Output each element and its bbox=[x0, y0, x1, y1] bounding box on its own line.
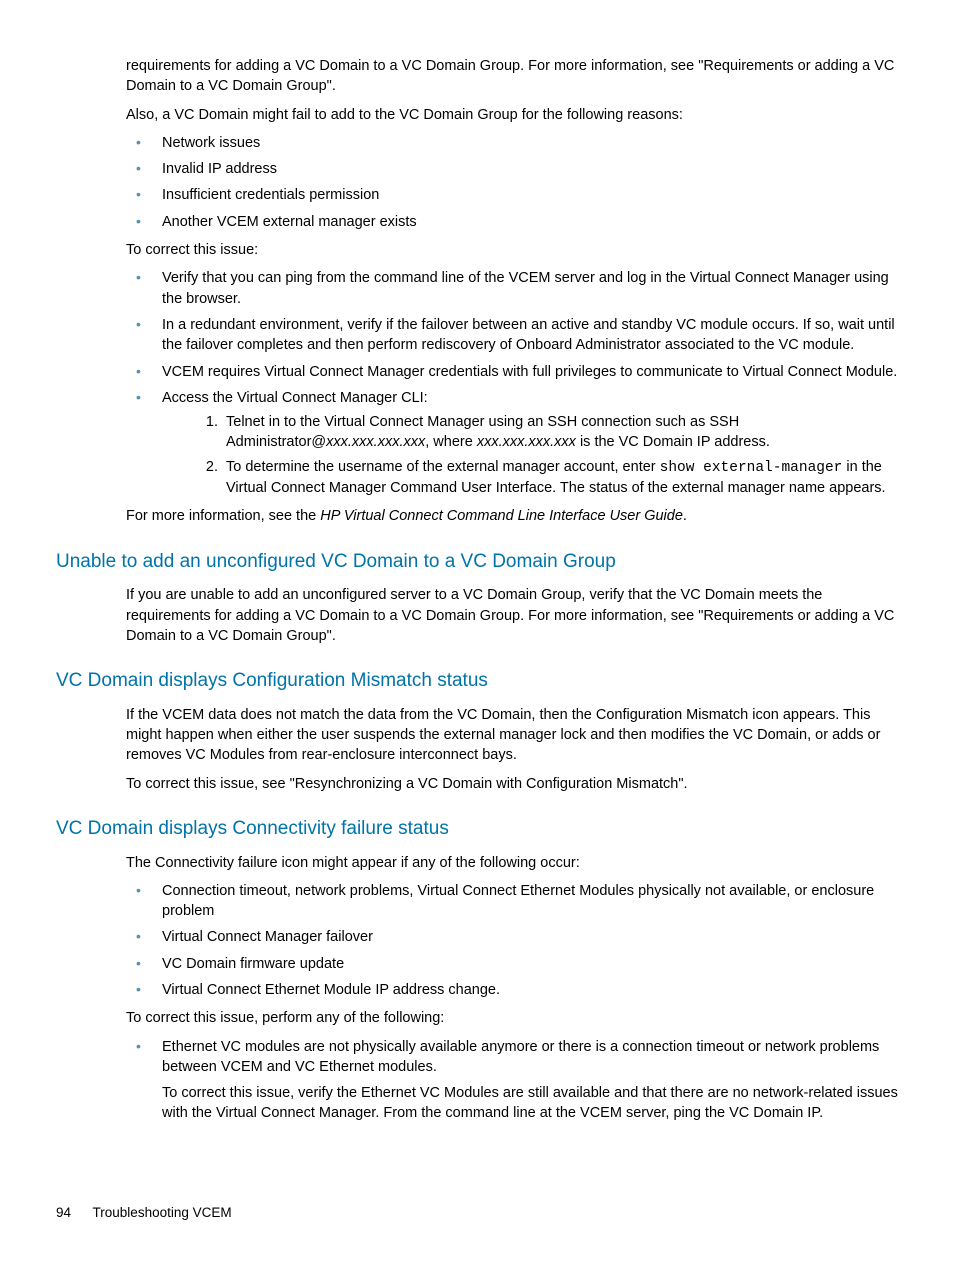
list-item: Verify that you can ping from the comman… bbox=[126, 268, 898, 309]
section-body: If the VCEM data does not match the data… bbox=[126, 705, 898, 766]
list-item-lead: Access the Virtual Connect Manager CLI: bbox=[162, 390, 428, 406]
ordered-list-item: Telnet in to the Virtual Connect Manager… bbox=[222, 412, 898, 453]
section-body: If you are unable to add an unconfigured… bbox=[126, 585, 898, 646]
list-item: Network issues bbox=[126, 133, 898, 153]
page-footer: 94 Troubleshooting VCEM bbox=[56, 1204, 898, 1223]
list-item: Access the Virtual Connect Manager CLI: … bbox=[126, 388, 898, 498]
list-item: Insufficient credentials permission bbox=[126, 185, 898, 205]
text-run: . bbox=[683, 508, 687, 524]
italic-text: xxx.xxx.xxx.xxx bbox=[326, 434, 425, 450]
text-run: To determine the username of the externa… bbox=[226, 459, 660, 475]
text-run: is the VC Domain IP address. bbox=[576, 434, 770, 450]
section-heading-unconfigured: Unable to add an unconfigured VC Domain … bbox=[56, 549, 898, 576]
list-item: Ethernet VC modules are not physically a… bbox=[126, 1037, 898, 1124]
intro-paragraph-1: requirements for adding a VC Domain to a… bbox=[126, 56, 898, 97]
section-body: To correct this issue, see "Resynchroniz… bbox=[126, 774, 898, 794]
more-info: For more information, see the HP Virtual… bbox=[126, 506, 898, 526]
connectivity-reasons-list: Connection timeout, network problems, Vi… bbox=[126, 881, 898, 1000]
text-run: Ethernet VC modules are not physically a… bbox=[162, 1039, 879, 1075]
list-item: VC Domain firmware update bbox=[126, 954, 898, 974]
sub-paragraph: To correct this issue, verify the Ethern… bbox=[162, 1083, 898, 1124]
correct-intro: To correct this issue: bbox=[126, 240, 898, 260]
text-run: For more information, see the bbox=[126, 508, 320, 524]
text-run: , where bbox=[425, 434, 477, 450]
section-body: The Connectivity failure icon might appe… bbox=[126, 853, 898, 873]
list-item: In a redundant environment, verify if th… bbox=[126, 315, 898, 356]
list-item: Invalid IP address bbox=[126, 159, 898, 179]
list-item: Connection timeout, network problems, Vi… bbox=[126, 881, 898, 922]
page-number: 94 bbox=[56, 1204, 71, 1223]
section-heading-connectivity: VC Domain displays Connectivity failure … bbox=[56, 816, 898, 843]
ordered-list-item: To determine the username of the externa… bbox=[222, 457, 898, 499]
footer-label: Troubleshooting VCEM bbox=[93, 1205, 232, 1220]
intro-paragraph-2: Also, a VC Domain might fail to add to t… bbox=[126, 105, 898, 125]
fail-reasons-list: Network issues Invalid IP address Insuff… bbox=[126, 133, 898, 232]
list-item: Another VCEM external manager exists bbox=[126, 212, 898, 232]
cli-steps: Telnet in to the Virtual Connect Manager… bbox=[162, 412, 898, 498]
italic-text: xxx.xxx.xxx.xxx bbox=[477, 434, 576, 450]
list-item: Virtual Connect Ethernet Module IP addre… bbox=[126, 980, 898, 1000]
code-text: show external-manager bbox=[660, 460, 843, 476]
section-body: To correct this issue, perform any of th… bbox=[126, 1008, 898, 1028]
connectivity-fix-list: Ethernet VC modules are not physically a… bbox=[126, 1037, 898, 1124]
italic-text: HP Virtual Connect Command Line Interfac… bbox=[320, 508, 683, 524]
corrections-list: Verify that you can ping from the comman… bbox=[126, 268, 898, 498]
list-item: VCEM requires Virtual Connect Manager cr… bbox=[126, 362, 898, 382]
list-item: Virtual Connect Manager failover bbox=[126, 927, 898, 947]
section-heading-mismatch: VC Domain displays Configuration Mismatc… bbox=[56, 668, 898, 695]
